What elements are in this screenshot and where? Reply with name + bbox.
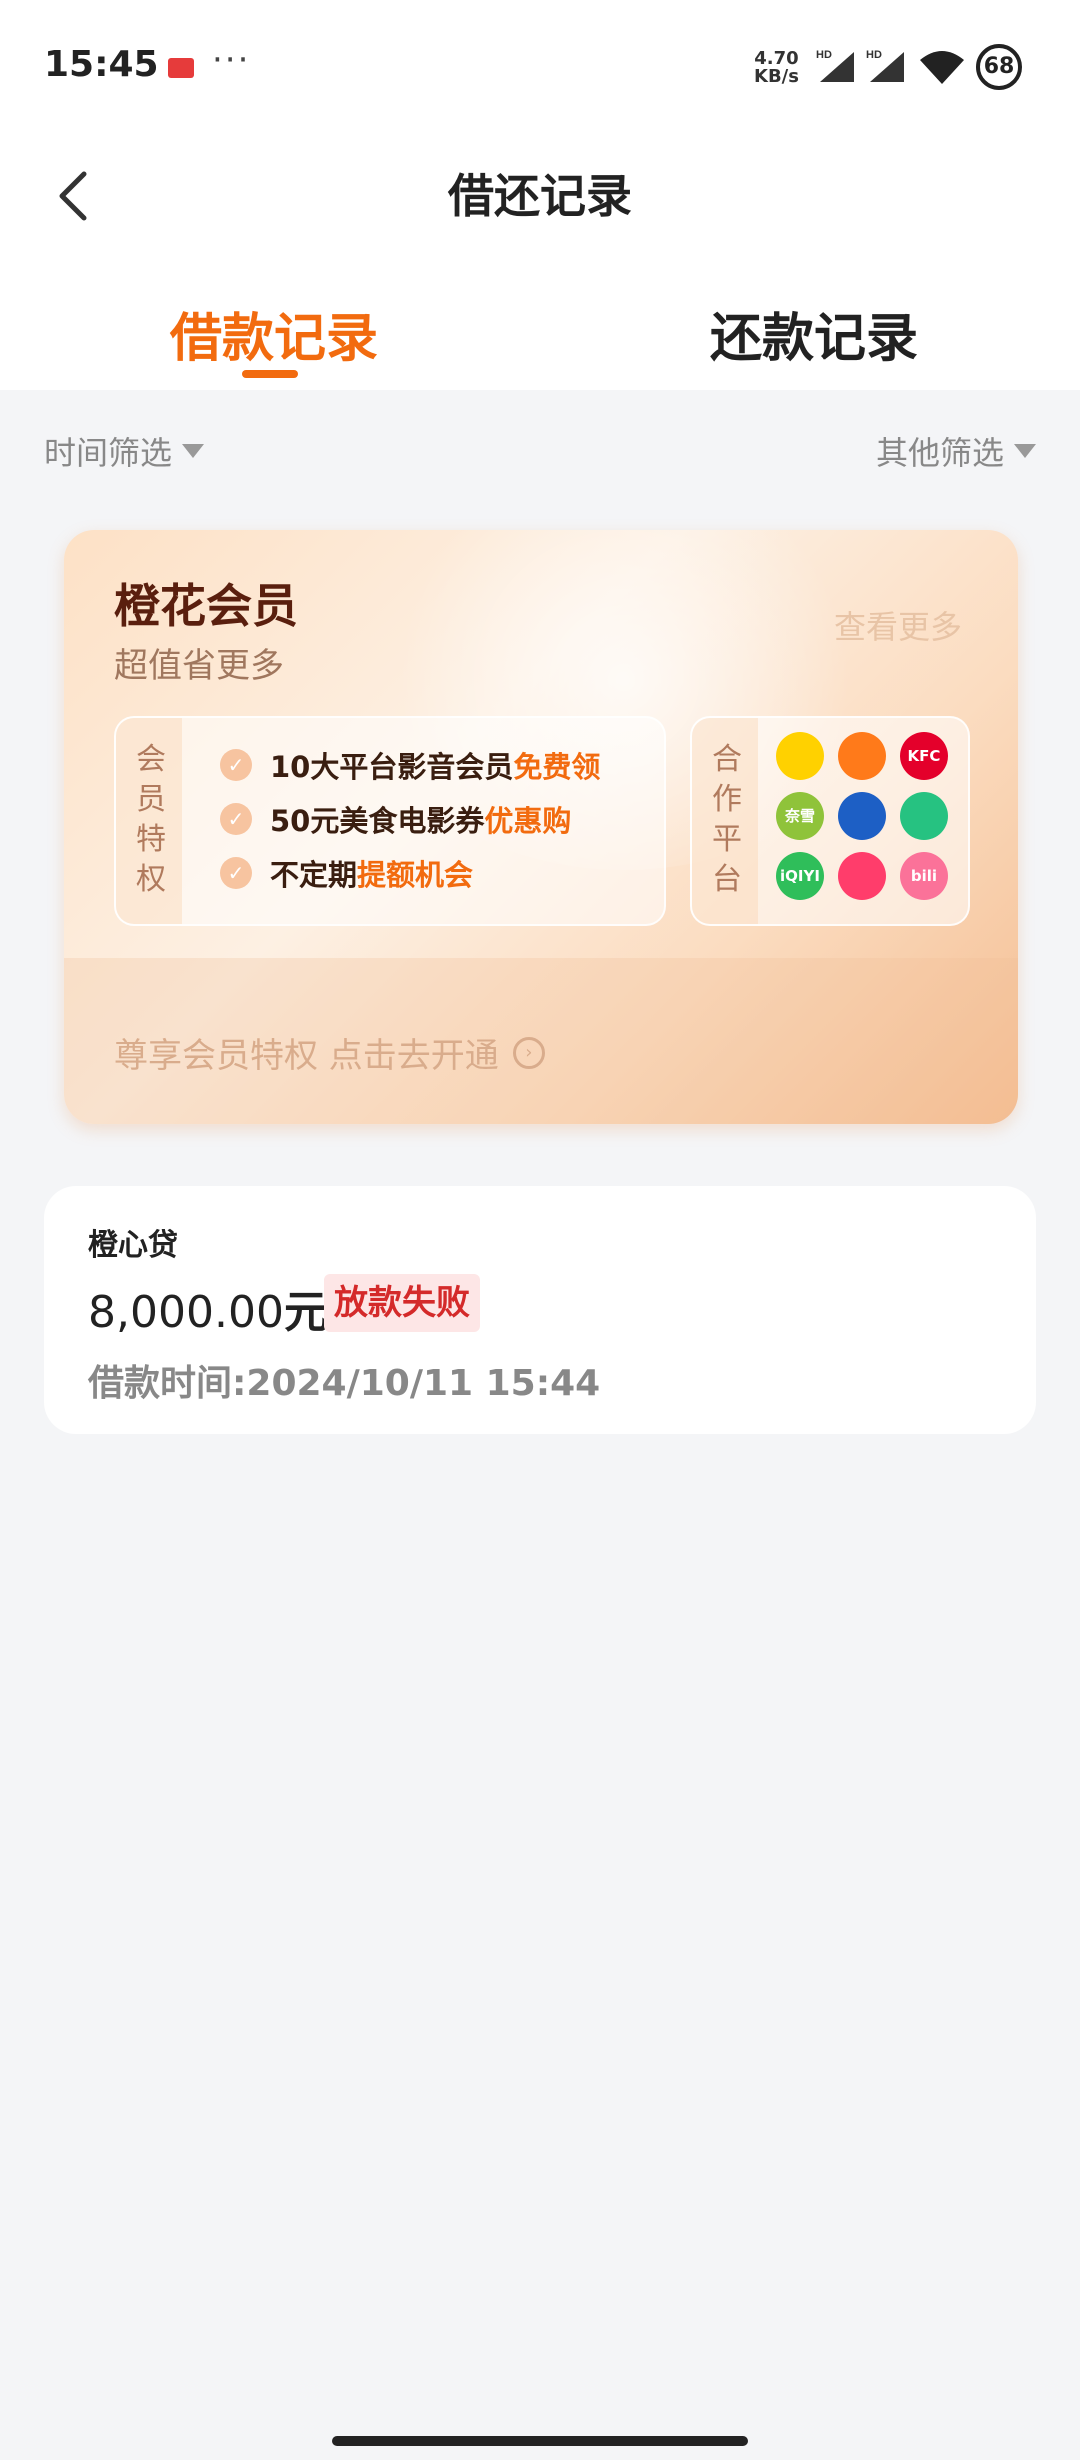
status-bar: 15:45 ··· 4.70 KB/s HD HD 68	[0, 0, 1080, 130]
time-filter[interactable]: 时间筛选	[44, 428, 205, 474]
notification-icon	[168, 58, 194, 78]
wifi-icon	[920, 51, 964, 84]
benefits-vertical-label: 会 员 特 权	[136, 742, 166, 897]
member-promo-card[interactable]: 橙花会员 超值省更多 查看更多 会 员 特 权 ✓ 10大平台影音会员 免费领 ✓…	[64, 530, 1018, 1124]
partner-logo-icon	[838, 732, 886, 780]
partner-logo-icon	[776, 732, 824, 780]
home-indicator[interactable]	[332, 2436, 748, 2446]
signal-icon-2: HD	[866, 49, 904, 82]
benefit-item: ✓ 不定期 提额机会	[220, 852, 473, 894]
loan-record-card[interactable]: 橙心贷 8,000.00元 放款失败 借款时间:2024/10/11 15:44	[44, 1186, 1036, 1434]
page-title: 借还记录	[448, 169, 632, 223]
partner-platforms-box: 合 作 平 台 KFC 奈雪 iQIYI bili	[690, 716, 970, 926]
member-cta-label: 尊享会员特权 点击去开通	[114, 1036, 499, 1076]
more-notifications-icon: ···	[212, 40, 251, 80]
loan-amount-value: 8,000.00	[88, 1287, 284, 1338]
caret-down-icon	[182, 444, 205, 458]
member-card-title: 橙花会员	[114, 579, 298, 633]
tab-repay-records[interactable]: 还款记录	[710, 296, 918, 371]
benefit-item: ✓ 50元美食电影券 优惠购	[220, 798, 571, 840]
time-filter-label: 时间筛选	[44, 434, 173, 472]
partner-logo-icon	[838, 792, 886, 840]
other-filter-label: 其他筛选	[875, 434, 1004, 472]
member-benefits-box: 会 员 特 权 ✓ 10大平台影音会员 免费领 ✓ 50元美食电影券 优惠购 ✓ 不…	[114, 716, 666, 926]
tab-borrow-records[interactable]: 借款记录	[170, 296, 378, 371]
caret-down-icon	[1014, 444, 1036, 458]
partner-logo-icon: KFC	[900, 732, 948, 780]
partners-vertical-label: 合 作 平 台	[712, 742, 742, 897]
loan-status-badge: 放款失败	[324, 1274, 480, 1332]
benefit-item: ✓ 10大平台影音会员 免费领	[220, 744, 600, 786]
partner-logo-icon: iQIYI	[776, 852, 824, 900]
other-filter[interactable]: 其他筛选	[876, 428, 1036, 474]
check-icon: ✓	[220, 803, 252, 835]
view-more-link[interactable]: 查看更多	[834, 602, 962, 648]
svg-text:HD: HD	[866, 49, 882, 61]
check-icon: ✓	[220, 749, 252, 781]
member-card-subtitle: 超值省更多	[114, 646, 284, 686]
partner-logo-icon: 奈雪	[776, 792, 824, 840]
loan-product-name: 橙心贷	[88, 1228, 178, 1263]
check-icon: ✓	[220, 857, 252, 889]
active-tab-indicator	[242, 370, 298, 378]
partner-logo-icon	[838, 852, 886, 900]
arrow-right-circle-icon: ›	[512, 1036, 545, 1069]
app-header: 借还记录	[0, 130, 1080, 270]
status-time: 15:45	[44, 44, 159, 85]
battery-indicator: 68	[976, 44, 1022, 90]
member-cta-bar[interactable]: 尊享会员特权 点击去开通 ›	[64, 958, 1018, 1124]
member-cta[interactable]: 尊享会员特权 点击去开通 ›	[114, 1028, 545, 1077]
partner-logo-icon	[900, 792, 948, 840]
svg-text:HD: HD	[816, 49, 832, 61]
loan-amount: 8,000.00元	[88, 1276, 328, 1340]
signal-icon: HD	[816, 49, 854, 82]
partner-logo-icon: bili	[900, 852, 948, 900]
loan-amount-unit: 元	[283, 1287, 328, 1338]
tab-bar: 借款记录 还款记录	[0, 270, 1080, 390]
network-speed-unit: KB/s	[754, 66, 799, 87]
loan-time: 借款时间:2024/10/11 15:44	[88, 1363, 601, 1404]
network-speed: 4.70 KB/s	[754, 50, 799, 86]
